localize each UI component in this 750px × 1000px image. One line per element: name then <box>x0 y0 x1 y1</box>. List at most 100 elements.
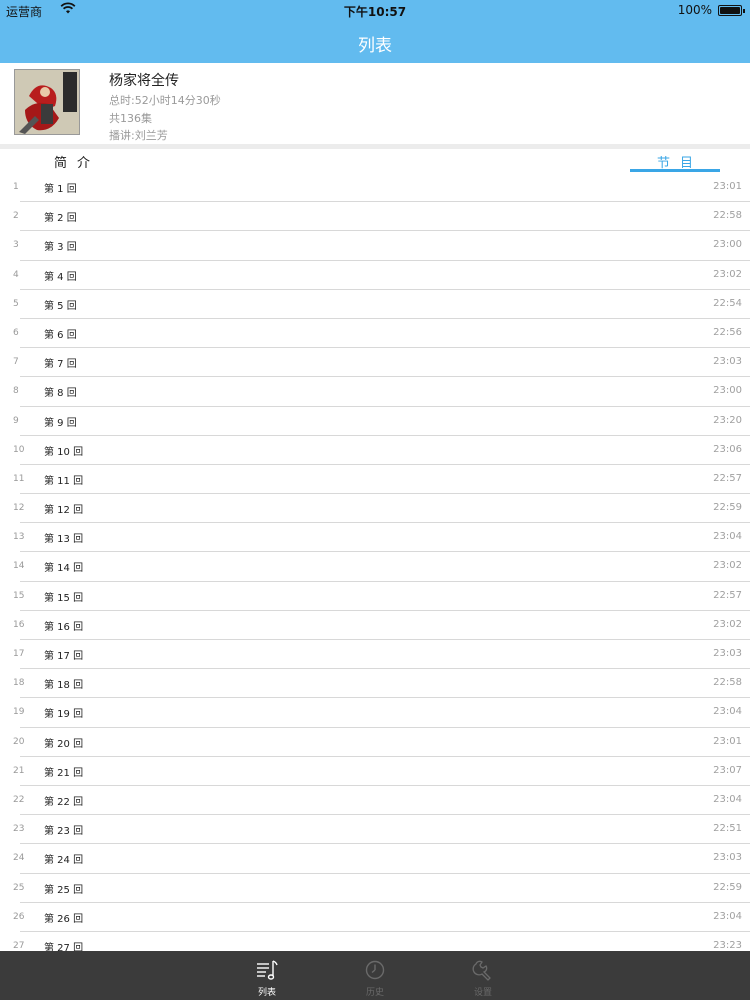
episode-title: 第 26 回 <box>44 913 84 925</box>
episode-title: 第 10 回 <box>44 446 84 458</box>
episode-title: 第 14 回 <box>44 563 84 575</box>
episode-title: 第 21 回 <box>44 767 84 779</box>
album-title: 杨家将全传 <box>109 73 179 89</box>
top-bar: 运营商 下午10:57 100% 列表 <box>0 0 750 63</box>
episode-title: 第 11 回 <box>44 475 84 487</box>
tab-intro[interactable]: 简介 <box>54 152 100 171</box>
episode-number: 5 <box>13 298 19 309</box>
episode-duration: 23:20 <box>713 414 742 426</box>
episode-number: 18 <box>13 678 25 689</box>
episode-duration: 23:04 <box>713 910 742 922</box>
episode-row[interactable]: 22 第 22 回 23:04 <box>0 786 750 816</box>
episode-number: 3 <box>13 240 19 251</box>
episode-duration: 23:03 <box>713 648 742 659</box>
episode-duration: 23:04 <box>713 531 742 543</box>
episode-row[interactable]: 11 第 11 回 22:57 <box>0 465 750 495</box>
episode-row[interactable]: 3 第 3 回 23:00 <box>0 231 750 261</box>
episode-row[interactable]: 20 第 20 回 23:01 <box>0 728 750 757</box>
episode-duration: 22:58 <box>713 677 742 689</box>
episode-number: 21 <box>13 765 25 776</box>
segment-tabs: 简介 节目 <box>0 149 750 174</box>
tabbar-item-history[interactable]: 历史 <box>345 951 405 1000</box>
episode-row[interactable]: 4 第 4 回 23:02 <box>0 261 750 290</box>
episode-title: 第 24 回 <box>44 855 84 867</box>
episode-title: 第 9 回 <box>44 417 77 429</box>
episode-duration: 22:57 <box>713 472 742 484</box>
episode-number: 25 <box>13 882 25 893</box>
episode-number: 7 <box>13 357 19 368</box>
episode-title: 第 17 回 <box>44 651 84 662</box>
episode-row[interactable]: 8 第 8 回 23:00 <box>0 377 750 407</box>
episode-row[interactable]: 27 第 27 回 23:23 <box>0 932 750 951</box>
battery-icon <box>718 5 745 16</box>
episode-duration: 23:06 <box>713 443 742 455</box>
episode-title: 第 18 回 <box>44 680 84 692</box>
episode-duration: 23:04 <box>713 706 742 718</box>
episode-duration: 23:00 <box>713 385 742 397</box>
episode-row[interactable]: 19 第 19 回 23:04 <box>0 698 750 728</box>
episode-list[interactable]: 1 第 1 回 23:01 2 第 2 回 22:58 3 第 3 回 23:00 4 第 4 回 2… <box>0 173 750 951</box>
episode-title: 第 23 回 <box>44 826 84 838</box>
tabbar-item-settings[interactable]: 设置 <box>453 951 513 1000</box>
episode-row[interactable]: 26 第 26 回 23:04 <box>0 903 750 932</box>
episode-row[interactable]: 25 第 25 回 22:59 <box>0 874 750 903</box>
episode-row[interactable]: 24 第 24 回 23:03 <box>0 844 750 874</box>
episode-row[interactable]: 17 第 17 回 23:03 <box>0 640 750 670</box>
episode-row[interactable]: 5 第 5 回 22:54 <box>0 290 750 319</box>
episode-row[interactable]: 16 第 16 回 23:02 <box>0 611 750 640</box>
episode-number: 24 <box>13 853 25 864</box>
episode-row[interactable]: 21 第 21 回 23:07 <box>0 757 750 786</box>
episode-row[interactable]: 10 第 10 回 23:06 <box>0 436 750 465</box>
episode-duration: 23:04 <box>713 793 742 805</box>
bottom-tab-bar: 列表 历史 设置 <box>0 951 750 1000</box>
episode-row[interactable]: 12 第 12 回 22:59 <box>0 494 750 524</box>
episode-number: 10 <box>13 444 25 455</box>
episode-row[interactable]: 1 第 1 回 23:01 <box>0 173 750 203</box>
episode-number: 20 <box>13 736 25 747</box>
tabbar-label-settings: 设置 <box>473 988 492 998</box>
episode-title: 第 20 回 <box>44 738 84 750</box>
episode-row[interactable]: 6 第 6 回 22:56 <box>0 319 750 349</box>
album-narrator: 播讲:刘兰芳 <box>109 129 168 142</box>
episode-row[interactable]: 13 第 13 回 23:04 <box>0 523 750 553</box>
episode-duration: 23:02 <box>713 268 742 280</box>
episode-duration: 22:59 <box>713 502 742 514</box>
episode-number: 2 <box>13 211 19 222</box>
episode-row[interactable]: 14 第 14 回 23:02 <box>0 552 750 582</box>
episode-number: 26 <box>13 911 25 922</box>
episode-duration: 23:00 <box>713 239 742 251</box>
clock-icon <box>365 960 385 980</box>
episode-title: 第 1 回 <box>44 184 77 195</box>
album-cover[interactable] <box>14 69 80 135</box>
episode-title: 第 13 回 <box>44 534 84 546</box>
episode-row[interactable]: 7 第 7 回 23:03 <box>0 348 750 378</box>
episode-row[interactable]: 18 第 18 回 22:58 <box>0 669 750 699</box>
episode-title: 第 5 回 <box>44 300 77 312</box>
episode-number: 15 <box>13 590 25 601</box>
episode-row[interactable]: 9 第 9 回 23:20 <box>0 407 750 436</box>
tab-active-indicator <box>630 169 720 172</box>
episode-row[interactable]: 2 第 2 回 22:58 <box>0 202 750 232</box>
episode-duration: 22:54 <box>713 297 742 309</box>
episode-number: 9 <box>13 415 19 426</box>
episode-number: 22 <box>13 794 25 805</box>
episode-row[interactable]: 15 第 15 回 22:57 <box>0 582 750 611</box>
wrench-icon <box>472 960 491 981</box>
status-bar: 运营商 下午10:57 100% <box>0 0 750 20</box>
tabbar-item-list[interactable]: 列表 <box>237 951 297 1000</box>
episode-duration: 23:03 <box>713 356 742 368</box>
episode-duration: 22:58 <box>713 210 742 222</box>
episode-number: 13 <box>13 532 25 543</box>
episode-duration: 23:02 <box>713 560 742 572</box>
episode-duration: 22:56 <box>713 326 742 338</box>
episode-title: 第 27 回 <box>44 942 84 951</box>
battery-percent: 100% <box>677 3 712 17</box>
episode-title: 第 12 回 <box>44 505 84 517</box>
episode-number: 12 <box>13 503 25 514</box>
episode-row[interactable]: 23 第 23 回 22:51 <box>0 815 750 845</box>
episode-title: 第 25 回 <box>44 884 84 896</box>
episode-title: 第 3 回 <box>44 242 77 254</box>
episode-title: 第 4 回 <box>44 271 77 283</box>
episode-number: 23 <box>13 824 25 835</box>
tabbar-label-list: 列表 <box>257 988 276 998</box>
